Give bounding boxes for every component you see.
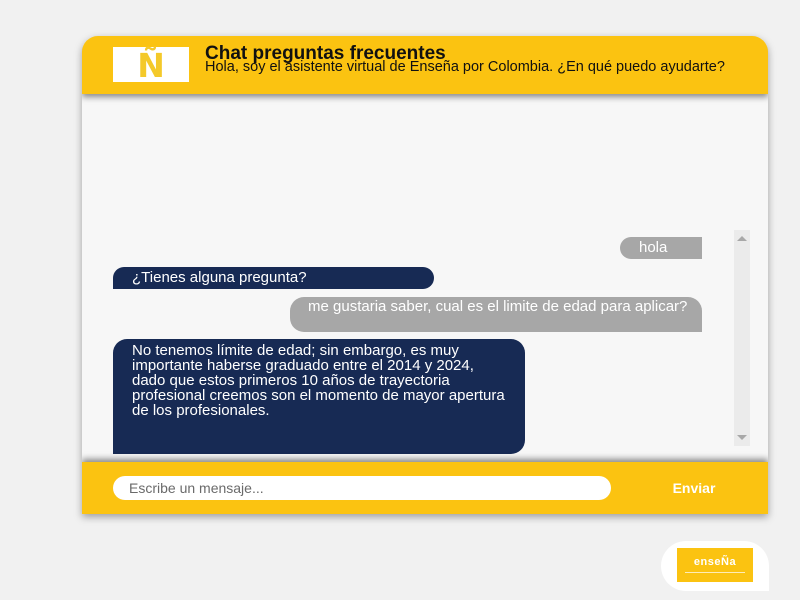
message-list: hola ¿Tienes alguna pregunta? me gustari… — [82, 94, 734, 462]
chat-footer: Enviar — [82, 462, 768, 514]
scroll-down-icon[interactable] — [737, 435, 747, 440]
bot-message: No tenemos límite de edad; sin embargo, … — [113, 339, 525, 454]
message-scrollbar[interactable] — [734, 230, 750, 446]
launcher-logo-text: enseÑa — [693, 556, 737, 568]
message-input[interactable] — [113, 476, 611, 500]
send-button[interactable]: Enviar — [654, 476, 734, 500]
ensena-logo-icon: Ñ — [113, 47, 189, 82]
logo-underline — [685, 572, 745, 573]
user-message: me gustaria saber, cual es el limite de … — [290, 297, 702, 332]
user-message: hola — [620, 237, 702, 259]
ensena-logo-icon: enseÑa — [677, 548, 753, 582]
scroll-up-icon[interactable] — [737, 236, 747, 241]
bot-message: ¿Tienes alguna pregunta? — [113, 267, 434, 289]
logo-letter: Ñ — [137, 46, 165, 85]
chat-header: Ñ Chat preguntas frecuentes Hola, soy el… — [82, 36, 768, 94]
chat-launcher-button[interactable]: enseÑa — [661, 541, 769, 591]
chat-subtitle: Hola, soy el asistente virtual de Enseña… — [205, 59, 725, 75]
chat-window: Ñ Chat preguntas frecuentes Hola, soy el… — [82, 36, 768, 514]
